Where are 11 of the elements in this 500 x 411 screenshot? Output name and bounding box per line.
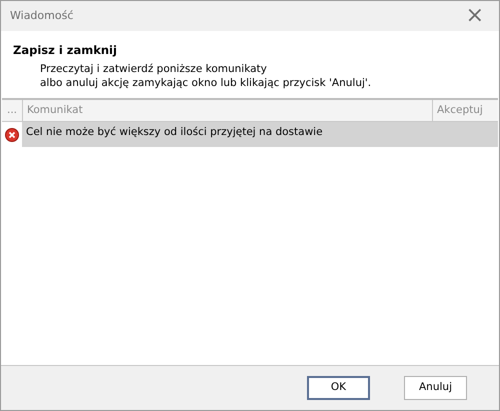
instruction-text: Przeczytaj i zatwierdź poniższe komunikaty: [40, 62, 268, 76]
close-button[interactable]: ×: [460, 5, 490, 27]
ok-button[interactable]: OK: [307, 376, 370, 400]
window-title: Wiadomość: [10, 8, 74, 24]
table-cell: Cel nie może być większy od ilości przyjętej na dostawie: [22, 122, 432, 148]
cancel-button[interactable]: Anuluj: [404, 376, 467, 400]
error-icon: [5, 128, 19, 142]
heading: Zapisz i zamknij: [13, 42, 118, 59]
table-row[interactable]: Cel nie może być większy od ilości przyjętej na dostawie: [2, 122, 498, 148]
instruction-text: albo anuluj akcję zamykając okno lub klikając przycisk 'Anuluj'.: [40, 76, 372, 90]
column-header[interactable]: ...: [2, 100, 22, 122]
